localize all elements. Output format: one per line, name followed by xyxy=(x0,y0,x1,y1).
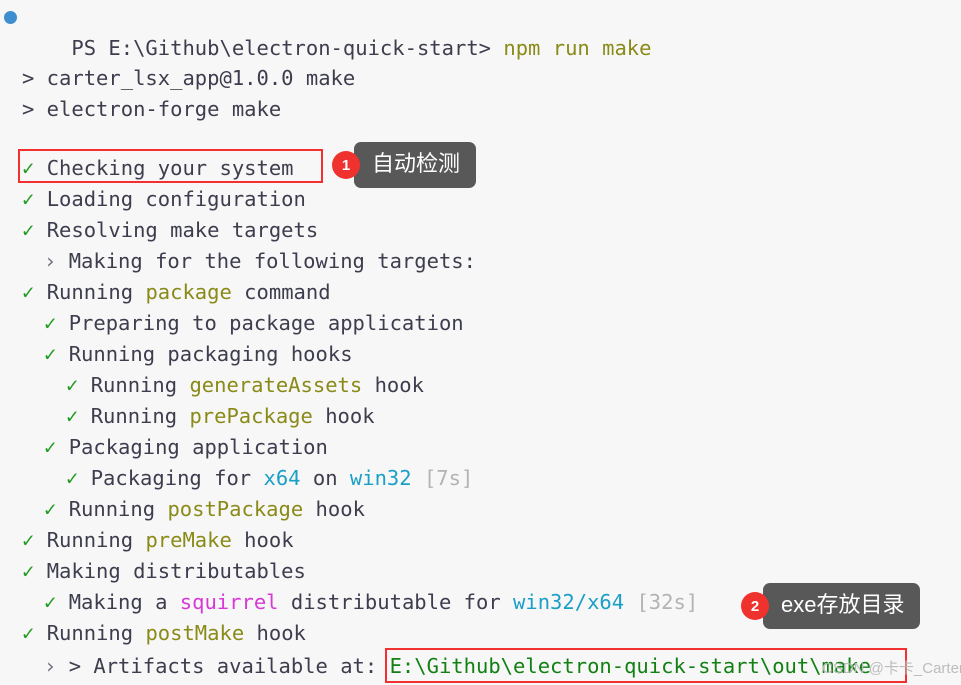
token-duration: [32s] xyxy=(636,590,699,614)
line-text-mid: on xyxy=(300,466,350,490)
check-icon: ✓ xyxy=(22,280,35,304)
line-pre-make-hook: ✓ Running preMake hook xyxy=(0,525,294,556)
line-text: Making a xyxy=(68,590,180,614)
line-text-tail: hook xyxy=(244,621,306,645)
artifact-output-path: E:\Github\electron-quick-start\out\make xyxy=(389,654,871,678)
check-icon: ✓ xyxy=(22,621,35,645)
line-text: Running xyxy=(46,528,146,552)
check-icon: ✓ xyxy=(22,156,35,180)
check-icon: ✓ xyxy=(66,404,79,428)
token-package: package xyxy=(145,280,232,304)
check-icon: ✓ xyxy=(44,435,57,459)
prompt-command: npm run make xyxy=(503,35,652,60)
check-icon: ✓ xyxy=(66,466,79,490)
line-text: Running xyxy=(90,404,190,428)
line-text: > electron-forge make xyxy=(22,97,282,121)
prompt-bullet-icon xyxy=(4,11,17,24)
line-text: Making for the following targets: xyxy=(68,249,476,273)
chevron-icon: › xyxy=(44,654,57,678)
check-icon: ✓ xyxy=(44,497,57,521)
line-text: Running xyxy=(46,621,146,645)
check-icon: ✓ xyxy=(44,590,57,614)
line-text: Resolving make targets xyxy=(46,218,319,242)
line-text: Preparing to package application xyxy=(68,311,464,335)
token-arch: x64 xyxy=(263,466,301,490)
annotation-badge-1: 1 xyxy=(332,151,360,179)
annotation-bubble-1: 自动检测 xyxy=(354,142,477,188)
line-post-package-hook: ✓ Running postPackage hook xyxy=(0,494,365,525)
annotation-callout-2: 2 exe存放目录 xyxy=(741,583,921,629)
line-generate-assets-hook: ✓ Running generateAssets hook xyxy=(0,370,424,401)
line-text: > carter_lsx_app@1.0.0 make xyxy=(22,66,356,90)
terminal-output: PS E:\Github\electron-quick-start> npm r… xyxy=(0,0,961,685)
line-text: Making distributables xyxy=(46,559,306,583)
line-text-tail: hook xyxy=(362,373,424,397)
line-making-distributables: ✓ Making distributables xyxy=(0,556,306,587)
line-artifacts-available: › > Artifacts available at: E:\Github\el… xyxy=(0,651,871,682)
line-running-packaging-hooks: ✓ Running packaging hooks xyxy=(0,339,353,370)
line-space xyxy=(624,590,636,614)
annotation-bubble-2: exe存放目录 xyxy=(763,583,921,629)
prompt-text: PS E:\Github\electron-quick-start> xyxy=(71,35,492,60)
line-text-tail: command xyxy=(231,280,331,304)
token-generate-assets: generateAssets xyxy=(189,373,363,397)
check-icon: ✓ xyxy=(22,187,35,211)
line-text: Loading configuration xyxy=(46,187,306,211)
check-icon: ✓ xyxy=(22,559,35,583)
line-text: Checking your system xyxy=(46,156,294,180)
line-text: Running xyxy=(68,497,168,521)
line-text: Running xyxy=(90,373,190,397)
token-duration: [7s] xyxy=(423,466,474,490)
check-icon: ✓ xyxy=(44,342,57,366)
line-resolving-targets: ✓ Resolving make targets xyxy=(0,215,318,246)
check-icon: ✓ xyxy=(44,311,57,335)
line-text: Packaging for xyxy=(90,466,264,490)
line-electron-forge: > electron-forge make xyxy=(0,94,281,125)
line-loading-configuration: ✓ Loading configuration xyxy=(0,184,306,215)
line-making-squirrel-distributable: ✓ Making a squirrel distributable for wi… xyxy=(0,587,698,618)
line-checking-system: ✓ Checking your system xyxy=(0,153,294,184)
token-platform: win32 xyxy=(349,466,412,490)
token-pre-make: preMake xyxy=(145,528,232,552)
line-text-tail: hook xyxy=(303,497,365,521)
line-preparing-package: ✓ Preparing to package application xyxy=(0,308,464,339)
line-making-for-targets: › Making for the following targets: xyxy=(0,246,476,277)
check-icon: ✓ xyxy=(66,373,79,397)
line-running-package-command: ✓ Running package command xyxy=(0,277,331,308)
line-text-tail: hook xyxy=(231,528,294,552)
check-icon: ✓ xyxy=(22,528,35,552)
line-text: > Artifacts available at: xyxy=(68,654,390,678)
token-post-make: postMake xyxy=(145,621,245,645)
line-npm-package: > carter_lsx_app@1.0.0 make xyxy=(0,63,355,94)
line-packaging-application: ✓ Packaging application xyxy=(0,432,328,463)
line-text-mid: distributable for xyxy=(278,590,514,614)
line-packaging-for-x64: ✓ Packaging for x64 on win32 [7s] xyxy=(0,463,473,494)
line-pre-package-hook: ✓ Running prePackage hook xyxy=(0,401,375,432)
watermark: CSDN @卡卡_Carter xyxy=(822,660,961,677)
line-space xyxy=(412,466,424,490)
token-maker-squirrel: squirrel xyxy=(179,590,279,614)
token-pre-package: prePackage xyxy=(189,404,313,428)
chevron-icon: › xyxy=(44,249,57,273)
annotation-badge-2: 2 xyxy=(741,592,769,620)
line-text: Packaging application xyxy=(68,435,328,459)
annotation-callout-1: 1 自动检测 xyxy=(332,142,477,188)
line-text-tail: hook xyxy=(312,404,375,428)
token-post-package: postPackage xyxy=(167,497,304,521)
check-icon: ✓ xyxy=(22,218,35,242)
token-target-platform: win32/x64 xyxy=(513,590,625,614)
line-post-make-hook: ✓ Running postMake hook xyxy=(0,618,306,649)
line-text: Running packaging hooks xyxy=(68,342,353,366)
line-text: Running xyxy=(46,280,146,304)
